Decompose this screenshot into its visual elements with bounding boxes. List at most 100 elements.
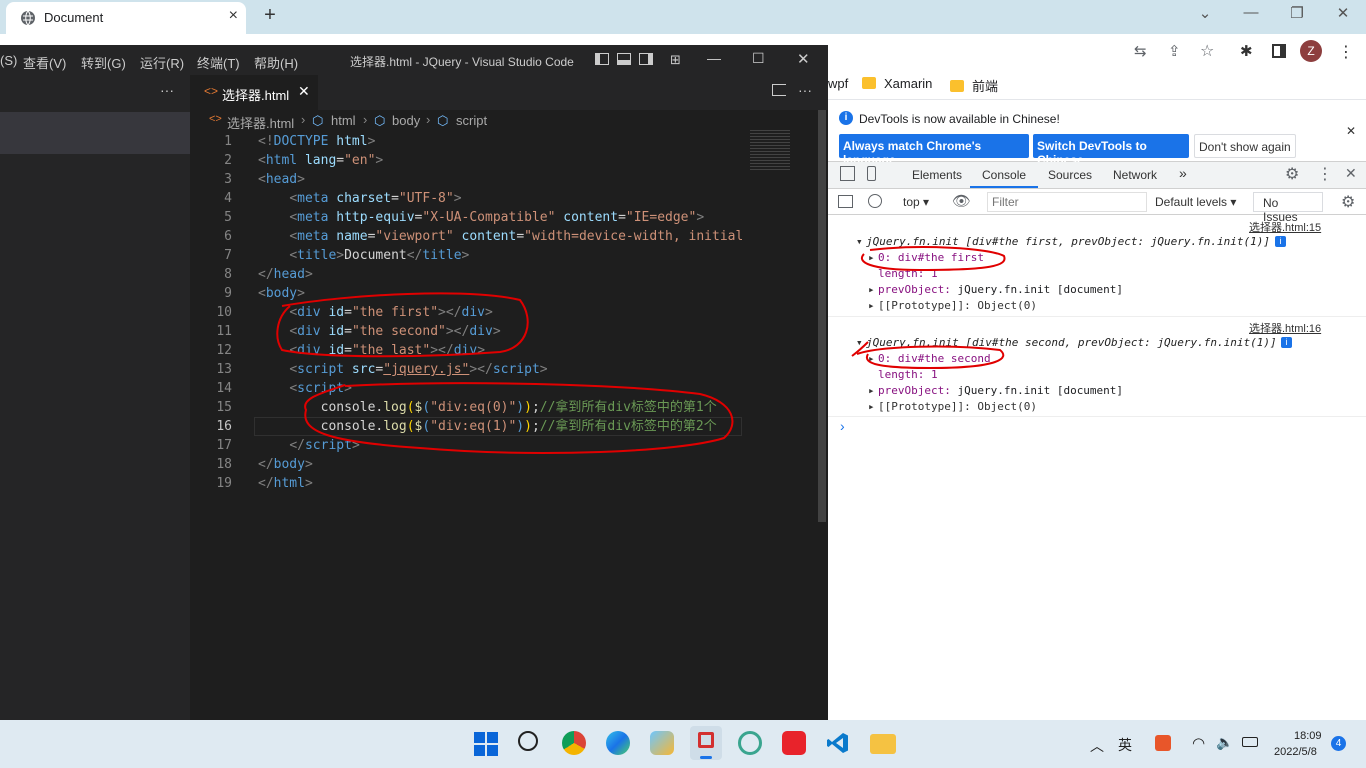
log-expand-toggle[interactable]: ▾: [856, 234, 863, 250]
tab-console[interactable]: Console: [982, 168, 1026, 182]
expand-arrow-icon[interactable]: ▸: [868, 383, 875, 399]
settings-gear-icon[interactable]: ⚙: [1285, 164, 1299, 184]
bookmark-wpf[interactable]: wpf: [828, 76, 848, 91]
issues-button[interactable]: No Issues: [1253, 192, 1323, 224]
tab-elements[interactable]: Elements: [912, 168, 962, 182]
menu-item-selection[interactable]: (S): [0, 53, 17, 68]
live-expression-eye-icon[interactable]: 👁: [952, 192, 971, 210]
photos-icon[interactable]: [650, 731, 674, 755]
log-source-link[interactable]: 选择器.html:15: [1249, 219, 1321, 235]
snipping-icon[interactable]: [690, 726, 722, 760]
youdao-icon[interactable]: [782, 731, 806, 755]
notification-badge[interactable]: 4: [1331, 736, 1346, 751]
console-filter-input[interactable]: [987, 192, 1147, 212]
editor-tab-active[interactable]: <> 选择器.html ✕: [190, 75, 318, 110]
devtools-menu-icon[interactable]: ⋮: [1317, 164, 1333, 184]
breadcrumb-body[interactable]: body: [392, 113, 420, 128]
log-head[interactable]: jQuery.fn.init [div#the first, prevObjec…: [866, 234, 1270, 250]
toggle-secondary-sidebar-icon[interactable]: [639, 53, 653, 65]
context-selector[interactable]: top ▾: [903, 195, 929, 209]
extensions-icon[interactable]: ✱: [1240, 42, 1253, 60]
customize-layout-icon[interactable]: ⊞: [670, 52, 681, 68]
bookmark-frontend[interactable]: 前端: [950, 76, 998, 95]
log-expand-toggle[interactable]: ▾: [856, 335, 863, 351]
expand-arrow-icon[interactable]: ▸: [868, 298, 875, 314]
split-editor-icon[interactable]: [772, 84, 786, 96]
scrollbar-thumb[interactable]: [818, 110, 826, 522]
bookmark-xamarin[interactable]: Xamarin: [862, 76, 932, 91]
minimize-icon[interactable]: —: [1236, 4, 1266, 26]
log-prevobject[interactable]: prevObject: jQuery.fn.init [document]: [878, 282, 1123, 298]
more-actions-icon[interactable]: ···: [160, 82, 174, 98]
battery-icon[interactable]: [1242, 737, 1258, 747]
tab-sources[interactable]: Sources: [1048, 168, 1092, 182]
log-levels-dropdown[interactable]: Default levels ▾: [1155, 195, 1236, 209]
log-head[interactable]: jQuery.fn.init [div#the second, prevObje…: [866, 335, 1277, 351]
clock-time[interactable]: 18:09: [1294, 730, 1322, 742]
expand-arrow-icon[interactable]: ▸: [868, 282, 875, 298]
clear-console-icon[interactable]: [868, 194, 882, 208]
menu-item-run[interactable]: 运行(R): [140, 53, 184, 72]
breadcrumb-script[interactable]: script: [456, 113, 487, 128]
edge-icon[interactable]: [606, 731, 630, 755]
info-badge-icon[interactable]: i: [1281, 337, 1292, 348]
explorer-selected-row[interactable]: [0, 112, 190, 154]
always-match-language-button[interactable]: Always match Chrome's language: [839, 134, 1029, 167]
restore-icon[interactable]: ❐: [1282, 4, 1312, 26]
chrome-menu-icon[interactable]: ⋮: [1338, 42, 1354, 62]
file-explorer-icon[interactable]: [870, 734, 896, 754]
search-icon[interactable]: [518, 731, 538, 751]
dont-show-again-button[interactable]: Don't show again: [1194, 134, 1296, 158]
info-badge-icon[interactable]: i: [1275, 236, 1286, 247]
log-prototype[interactable]: [[Prototype]]: Object(0): [878, 298, 1037, 314]
toggle-panel-icon[interactable]: [617, 53, 631, 65]
console-prompt[interactable]: ›: [840, 418, 845, 434]
sougou-icon[interactable]: [1155, 735, 1171, 751]
code-editor[interactable]: 1 2 3 4 5 6 7 8 9 10 11 12 13 14 15 16 17 18 19 <!DOCTYPE …: [190, 132, 742, 720]
close-tab-icon[interactable]: ×: [229, 7, 238, 25]
log-item-0[interactable]: 0: div#the second: [878, 351, 991, 367]
menu-item-view[interactable]: 查看(V): [23, 53, 66, 72]
new-tab-button[interactable]: +: [258, 4, 282, 27]
vs-maximize-icon[interactable]: ☐: [752, 50, 765, 67]
vs-close-icon[interactable]: ✕: [797, 50, 810, 68]
expand-arrow-icon[interactable]: ▸: [868, 399, 875, 415]
editor-scrollbar[interactable]: [816, 110, 828, 720]
browser-tab[interactable]: Document ×: [6, 2, 246, 34]
breadcrumb-html[interactable]: html: [331, 113, 356, 128]
toggle-sidebar-icon[interactable]: [595, 53, 609, 65]
app-icon[interactable]: [738, 731, 762, 755]
menu-item-help[interactable]: 帮助(H): [254, 53, 298, 72]
breadcrumb-file[interactable]: 选择器.html: [227, 113, 294, 132]
volume-icon[interactable]: 🔈: [1216, 734, 1233, 751]
side-panel-icon[interactable]: [1272, 44, 1286, 58]
translate-icon[interactable]: ⇆: [1134, 42, 1147, 60]
tray-overflow-icon[interactable]: ︿: [1090, 736, 1104, 756]
log-prevobject[interactable]: prevObject: jQuery.fn.init [document]: [878, 383, 1123, 399]
vs-minimize-icon[interactable]: —: [707, 50, 721, 66]
chrome-icon[interactable]: [562, 731, 586, 755]
editor-more-icon[interactable]: ···: [798, 82, 812, 98]
device-toolbar-icon[interactable]: [867, 166, 876, 181]
close-infobar-icon[interactable]: ✕: [1346, 124, 1356, 138]
expand-arrow-icon[interactable]: ▸: [868, 351, 875, 367]
close-devtools-icon[interactable]: ✕: [1345, 165, 1357, 182]
menu-item-terminal[interactable]: 终端(T): [197, 53, 240, 72]
inspect-element-icon[interactable]: [840, 166, 855, 181]
close-editor-icon[interactable]: ✕: [298, 83, 310, 100]
vscode-icon[interactable]: [826, 731, 850, 755]
close-window-icon[interactable]: ✕: [1328, 4, 1358, 26]
log-item-0[interactable]: 0: div#the first: [878, 250, 984, 266]
show-sidebar-icon[interactable]: [838, 195, 853, 208]
bookmark-star-icon[interactable]: ☆: [1200, 41, 1214, 61]
tab-search-icon[interactable]: ⌄: [1190, 4, 1220, 26]
clock-date[interactable]: 2022/5/8: [1274, 746, 1317, 758]
log-prototype[interactable]: [[Prototype]]: Object(0): [878, 399, 1037, 415]
profile-avatar[interactable]: Z: [1300, 40, 1322, 62]
console-settings-icon[interactable]: ⚙: [1341, 192, 1355, 212]
start-icon[interactable]: [474, 732, 498, 756]
tab-network[interactable]: Network: [1113, 168, 1157, 182]
expand-arrow-icon[interactable]: ▸: [868, 250, 875, 266]
more-tabs-icon[interactable]: »: [1179, 165, 1187, 181]
ime-indicator[interactable]: 英: [1118, 735, 1132, 755]
